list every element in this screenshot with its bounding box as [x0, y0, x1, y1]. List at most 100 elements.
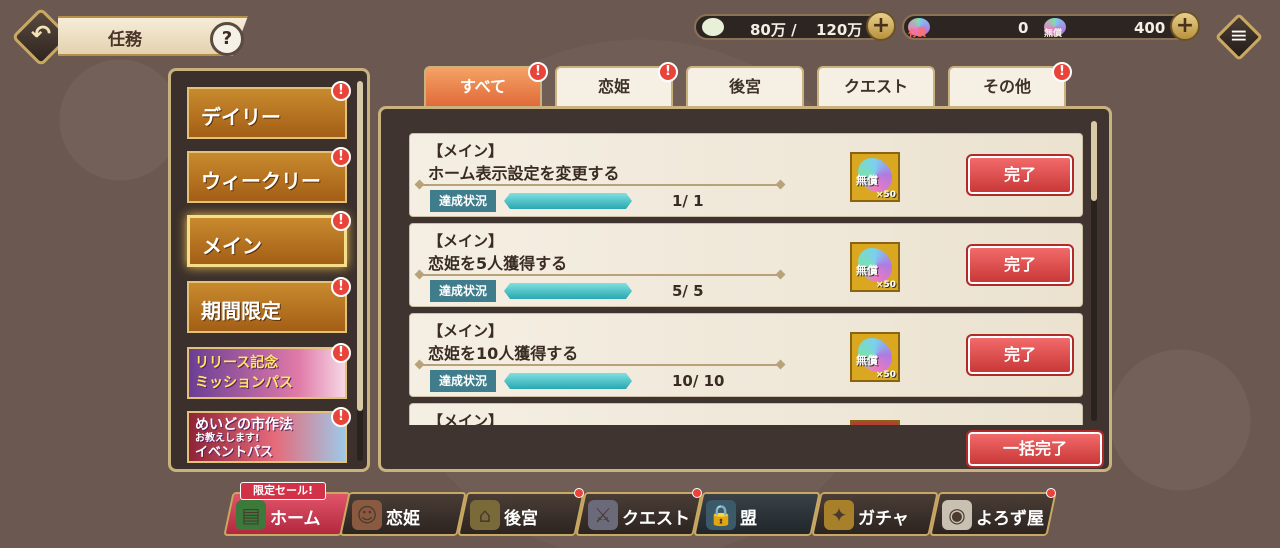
paid-gem-label: 有償 — [908, 29, 927, 39]
nav-harem[interactable]: ⌂ 後宮 — [457, 488, 585, 536]
mission-list-panel: 【メイン】 ホーム表示設定を変更する 達成状況 1/ 1 無償 ×50 完了 【メ… — [378, 106, 1112, 472]
nav-gacha[interactable]: ✦ ガチャ — [811, 492, 939, 536]
nav-alliance[interactable]: 🔒 盟 — [693, 492, 821, 536]
status-label: 達成状況 — [430, 280, 496, 302]
banner-line-part: 市作法 — [251, 417, 293, 433]
sparkle-treasure-icon: ✦ — [824, 500, 854, 530]
tab-other[interactable]: その他 — [948, 66, 1066, 106]
sidebar-item-limited[interactable]: 期間限定 — [187, 281, 347, 333]
mission-row: 【メイン】 恋姫を5人獲得する 達成状況 5/ 5 無償 ×50 完了 — [409, 223, 1083, 307]
nav-shop[interactable]: ◉ よろず屋 — [929, 488, 1057, 536]
complete-button[interactable]: 完了 — [966, 154, 1074, 196]
palace-icon: ⌂ — [470, 500, 500, 530]
mission-category: 【メイン】 — [428, 412, 504, 425]
banner-line: リリース記念 — [195, 355, 279, 371]
progress-text: 5/ 5 — [672, 282, 704, 300]
reward-label: 無償 — [856, 264, 878, 277]
reward-qty: ×50 — [875, 370, 896, 380]
banner-line: ミッションパス — [195, 375, 293, 391]
tab-label: 後宮 — [728, 77, 761, 96]
status-label: 達成状況 — [430, 370, 496, 392]
flag-lock-icon: 🔒 — [706, 500, 736, 530]
sidebar-scrollbar-thumb[interactable] — [357, 81, 363, 411]
banner-line: めいどの市作法 — [195, 417, 339, 433]
reward-gem-item[interactable]: 無償 ×50 — [850, 152, 900, 202]
tab-label: すべて — [459, 77, 507, 96]
sidebar-item-weekly[interactable]: ウィークリー — [187, 151, 347, 203]
complete-all-button[interactable]: 一括完了 — [966, 430, 1104, 468]
mission-row: 【メイン】 ホーム表示設定を変更する 達成状況 1/ 1 無償 ×50 完了 — [409, 133, 1083, 217]
banner-line-part: めいどの — [195, 417, 251, 433]
divider — [418, 184, 782, 186]
rice-ball-icon — [702, 18, 724, 36]
sale-tag: 限定セール! — [240, 482, 326, 500]
mission-description: 恋姫を10人獲得する — [428, 344, 579, 363]
event-pass-banner[interactable]: めいどの市作法 お教えします! イベントパス — [187, 411, 347, 463]
notification-badge: ! — [331, 147, 351, 167]
tab-koihime[interactable]: 恋姫 — [555, 66, 673, 106]
sidebar-item-daily[interactable]: デイリー — [187, 87, 347, 139]
sidebar-item-main[interactable]: メイン — [187, 215, 347, 267]
status-label: 達成状況 — [430, 190, 496, 212]
nav-label: クエスト — [622, 509, 690, 529]
progress-fill — [504, 193, 632, 209]
reward-label: 無償 — [856, 354, 878, 367]
free-gem-label: 無償 — [1044, 29, 1063, 39]
release-mission-pass-banner[interactable]: リリース記念 ミッションパス — [187, 347, 347, 399]
stamina-max: 120万 — [816, 21, 863, 39]
mission-list[interactable]: 【メイン】 ホーム表示設定を変更する 達成状況 1/ 1 無償 ×50 完了 【メ… — [409, 129, 1085, 425]
divider — [418, 364, 782, 366]
progress-bar — [504, 193, 632, 209]
tab-harem[interactable]: 後宮 — [686, 66, 804, 106]
banner-line: お教えします! — [195, 433, 260, 444]
notification-dot — [1046, 488, 1056, 498]
tab-all[interactable]: すべて — [424, 66, 542, 106]
complete-button[interactable]: 完了 — [966, 244, 1074, 286]
nav-label: よろず屋 — [976, 509, 1044, 529]
progress-bar — [504, 283, 632, 299]
books-icon: ▤ — [236, 500, 266, 530]
tab-label: 恋姫 — [597, 77, 630, 96]
free-gem-count: 400 — [1134, 19, 1166, 37]
reward-gem-item[interactable]: 無償 ×50 — [850, 242, 900, 292]
sidebar-item-label: ウィークリー — [201, 169, 321, 193]
progress-fill — [504, 283, 632, 299]
divider — [418, 274, 782, 276]
progress-text: 1/ 1 — [672, 192, 704, 210]
notification-badge: ! — [658, 62, 678, 82]
reward-qty: ×50 — [875, 190, 896, 200]
crossed-swords-icon: ⚔ — [588, 500, 618, 530]
shop-bag-icon: ◉ — [942, 500, 972, 530]
stamina-bar: 80万 / 120万 + — [694, 11, 896, 41]
notification-badge: ! — [331, 81, 351, 101]
notification-badge: ! — [331, 343, 351, 363]
mission-category: 【メイン】 — [428, 232, 504, 250]
gem-plus-button[interactable]: + — [1170, 11, 1200, 41]
banner-line: イベントパス — [195, 445, 274, 460]
progress-text: 10/ 10 — [672, 372, 725, 390]
reward-item[interactable] — [850, 420, 900, 425]
girl-portrait-icon: ☺ — [352, 500, 382, 530]
reward-qty: ×50 — [875, 280, 896, 290]
stamina-plus-button[interactable]: + — [866, 11, 896, 41]
notification-badge: ! — [331, 277, 351, 297]
nav-koihime[interactable]: ☺ 恋姫 — [339, 492, 467, 536]
progress-bar — [504, 373, 632, 389]
nav-label: ガチャ — [858, 509, 909, 529]
notification-badge: ! — [331, 407, 351, 427]
menu-button[interactable]: ≡ — [1214, 12, 1264, 62]
tab-label: その他 — [982, 77, 1031, 96]
tab-quest[interactable]: クエスト — [817, 66, 935, 106]
page-title: 任務 — [108, 30, 142, 50]
notification-badge: ! — [528, 62, 548, 82]
complete-button[interactable]: 完了 — [966, 334, 1074, 376]
notification-badge: ! — [1052, 62, 1072, 82]
help-button[interactable]: ? — [210, 22, 244, 56]
nav-label: 恋姫 — [386, 509, 420, 529]
sidebar-item-label: メイン — [202, 234, 262, 258]
category-sidebar: デイリー ! ウィークリー ! メイン ! 期間限定 ! リリース記念 ミッショ… — [168, 68, 370, 472]
mission-scrollbar-thumb[interactable] — [1091, 121, 1097, 201]
nav-quest[interactable]: ⚔ クエスト — [575, 488, 703, 536]
reward-gem-item[interactable]: 無償 ×50 — [850, 332, 900, 382]
progress-fill — [504, 373, 632, 389]
